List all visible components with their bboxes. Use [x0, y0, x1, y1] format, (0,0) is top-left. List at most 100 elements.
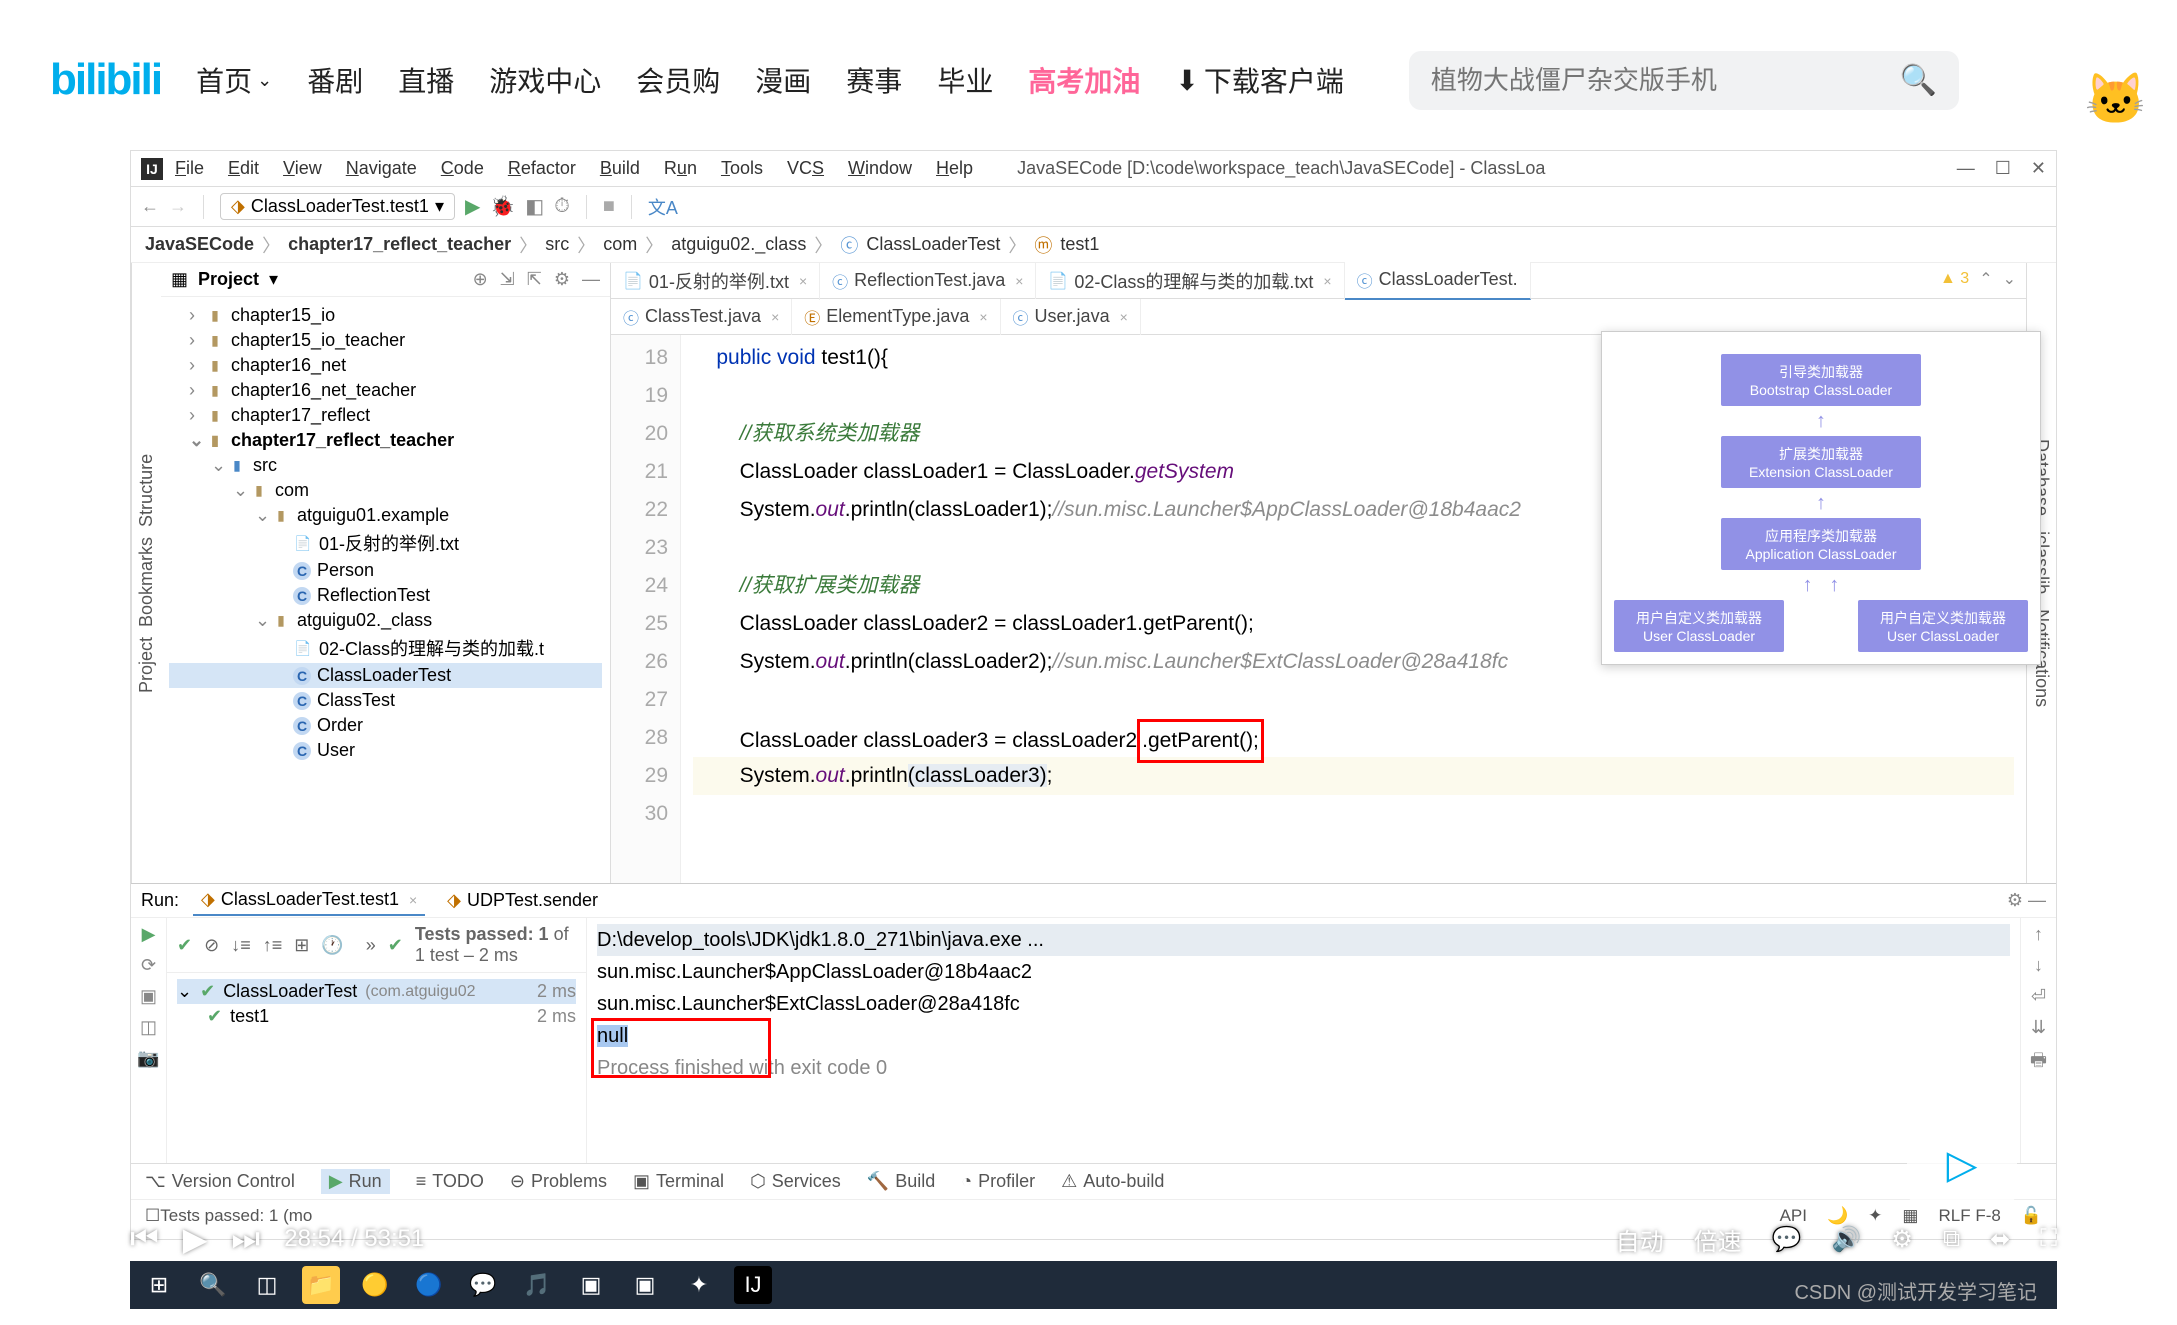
console-output[interactable]: D:\develop_tools\JDK\jdk1.8.0_271\bin\ja…: [587, 918, 2020, 1163]
wrap-icon[interactable]: ⏎: [2031, 986, 2046, 1007]
menu-run[interactable]: Run: [664, 158, 697, 179]
test-root[interactable]: ⌄✔ ClassLoaderTest (com.atguigu02 2 ms: [177, 979, 576, 1004]
search-box[interactable]: 🔍: [1409, 51, 1959, 110]
bt-todo[interactable]: ≡TODO: [416, 1171, 484, 1192]
tab-file7[interactable]: ⓒUser.java×: [1001, 299, 1141, 335]
menu-code[interactable]: Code: [441, 158, 484, 179]
app1-icon[interactable]: ▣: [572, 1266, 610, 1304]
project-tree[interactable]: ›▮chapter15_io ›▮chapter15_io_teacher ›▮…: [161, 297, 610, 883]
nav-download[interactable]: ⬇下载客户端: [1175, 60, 1343, 100]
bc-class[interactable]: ClassLoaderTest: [866, 234, 1000, 255]
filter-icon[interactable]: ↑≡: [263, 935, 283, 956]
history-icon[interactable]: 🕐: [321, 935, 343, 956]
down-icon[interactable]: ↓: [2034, 955, 2043, 976]
app2-icon[interactable]: ▣: [626, 1266, 664, 1304]
up-icon[interactable]: ↑: [2034, 924, 2043, 945]
forward-icon[interactable]: →: [169, 196, 187, 217]
floating-play-button[interactable]: ▷: [1907, 1125, 2017, 1205]
settings-icon[interactable]: ⚙: [554, 269, 570, 290]
nav-manga[interactable]: 漫画: [755, 60, 811, 100]
print-icon[interactable]: 🖶: [2030, 1048, 2047, 1078]
bc-pkg[interactable]: atguigu02._class: [671, 234, 806, 255]
sort-icon[interactable]: ↓≡: [231, 935, 251, 956]
tab-file6[interactable]: ⒺElementType.java×: [792, 299, 1000, 335]
bc-project[interactable]: JavaSECode: [145, 234, 254, 255]
check-icon[interactable]: ✔: [177, 935, 192, 956]
bt-services[interactable]: ⬡Services: [750, 1171, 841, 1192]
tab-file2[interactable]: ⓒReflectionTest.java×: [820, 263, 1036, 299]
run-tab-1[interactable]: ⬗ClassLoaderTest.test1×: [193, 885, 425, 916]
inspection-widget[interactable]: ▲ 3⌃⌄: [1940, 269, 2016, 289]
search-input[interactable]: [1431, 65, 1900, 96]
nav-anime[interactable]: 番剧: [307, 60, 363, 100]
layout-icon[interactable]: ◫: [140, 1017, 157, 1038]
bc-com[interactable]: com: [603, 234, 637, 255]
menu-edit[interactable]: Edit: [228, 158, 259, 179]
grid-icon[interactable]: ▦: [1902, 1206, 1918, 1226]
target-icon[interactable]: ⊕: [473, 269, 488, 290]
tab-file3[interactable]: 📄02-Class的理解与类的加载.txt×: [1036, 262, 1344, 300]
search-icon[interactable]: 🔍: [194, 1266, 232, 1304]
bilibili-logo[interactable]: bilibili: [50, 55, 161, 105]
pin-icon[interactable]: ▣: [140, 986, 157, 1007]
collapse-icon[interactable]: ⇲: [500, 269, 515, 290]
explorer-icon[interactable]: 📁: [302, 1266, 340, 1304]
menu-tools[interactable]: Tools: [721, 158, 763, 179]
bc-method[interactable]: test1: [1060, 234, 1099, 255]
scroll-icon[interactable]: ⇊: [2031, 1017, 2046, 1038]
translate-icon[interactable]: 文A: [648, 194, 678, 220]
coverage-icon[interactable]: ◧: [525, 194, 544, 219]
menu-refactor[interactable]: Refactor: [508, 158, 576, 179]
status-api[interactable]: API: [1780, 1206, 1807, 1226]
music-icon[interactable]: 🎵: [518, 1266, 556, 1304]
nav-home[interactable]: 首页⌄: [196, 60, 272, 100]
back-icon[interactable]: ←: [141, 196, 159, 217]
run-tab-2[interactable]: ⬗UDPTest.sender: [439, 886, 606, 915]
taskview-icon[interactable]: ◫: [248, 1266, 286, 1304]
wechat-icon[interactable]: 💬: [464, 1266, 502, 1304]
cancel-icon[interactable]: ⊘: [204, 935, 219, 956]
search-icon[interactable]: 🔍: [1899, 63, 1936, 98]
bt-profiler[interactable]: ◔Profiler: [961, 1171, 1035, 1192]
bc-module[interactable]: chapter17_reflect_teacher: [288, 234, 511, 255]
nav-gaokao[interactable]: 高考加油: [1028, 60, 1140, 100]
chrome-icon[interactable]: 🟡: [356, 1266, 394, 1304]
test-item[interactable]: ✔test1 2 ms: [177, 1004, 576, 1029]
nav-live[interactable]: 直播: [398, 60, 454, 100]
camera-icon[interactable]: 📷: [137, 1048, 159, 1069]
tab-file4-active[interactable]: ⓒClassLoaderTest.: [1345, 262, 1531, 300]
close-icon[interactable]: ×: [799, 273, 807, 289]
menu-view[interactable]: View: [283, 158, 322, 179]
ij-taskbar-icon[interactable]: IJ: [734, 1266, 772, 1304]
menu-file[interactable]: File: [175, 158, 204, 179]
start-icon[interactable]: ⊞: [140, 1266, 178, 1304]
close-icon[interactable]: ✕: [2031, 158, 2046, 179]
expand-icon[interactable]: ⇱: [527, 269, 542, 290]
menu-build[interactable]: Build: [600, 158, 640, 179]
bt-vcs[interactable]: ⌥Version Control: [145, 1171, 295, 1192]
bt-terminal[interactable]: ▣Terminal: [633, 1171, 724, 1192]
nav-shop[interactable]: 会员购: [636, 60, 720, 100]
edge-icon[interactable]: 🔵: [410, 1266, 448, 1304]
rerun-icon[interactable]: ▶: [142, 924, 156, 945]
wand-icon[interactable]: ✦: [1868, 1206, 1882, 1226]
app3-icon[interactable]: ✦: [680, 1266, 718, 1304]
run-config-selector[interactable]: ⬗ ClassLoaderTest.test1 ▾: [220, 193, 455, 220]
menu-help[interactable]: Help: [936, 158, 973, 179]
debug-icon[interactable]: 🐞: [490, 194, 515, 219]
hide-icon[interactable]: —: [582, 269, 600, 290]
status-encoding[interactable]: RLF F-8: [1938, 1206, 2000, 1226]
menu-window[interactable]: Window: [848, 158, 912, 179]
gear-icon[interactable]: ⚙ —: [2007, 890, 2046, 911]
expand-icon[interactable]: ⊞: [294, 935, 309, 956]
bc-src[interactable]: src: [545, 234, 569, 255]
menu-vcs[interactable]: VCS: [787, 158, 824, 179]
bt-autobuild[interactable]: ⚠Auto-build: [1061, 1171, 1164, 1192]
moon-icon[interactable]: 🌙: [1827, 1206, 1848, 1226]
nav-graduate[interactable]: 毕业: [937, 60, 993, 100]
tab-file1[interactable]: 📄01-反射的举例.txt×: [611, 262, 820, 300]
bt-build[interactable]: 🔨Build: [867, 1171, 935, 1192]
run-icon[interactable]: ▶: [465, 194, 480, 219]
bt-problems[interactable]: ⊖Problems: [510, 1171, 607, 1192]
maximize-icon[interactable]: ☐: [1995, 158, 2011, 179]
